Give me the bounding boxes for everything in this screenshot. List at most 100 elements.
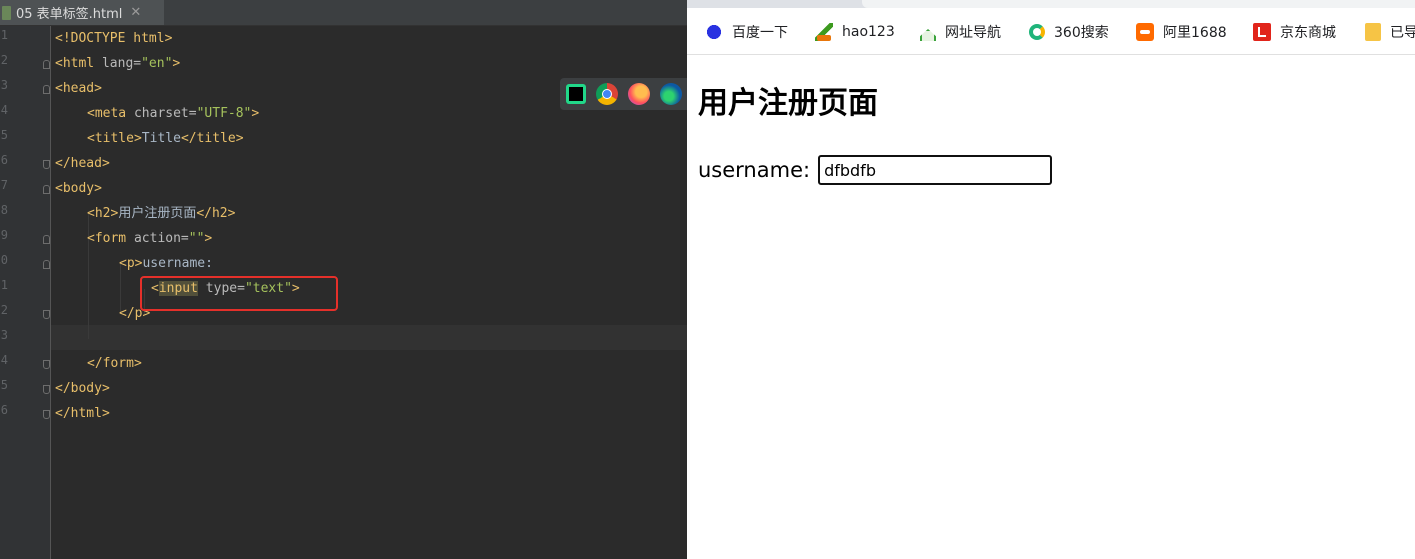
code-token: </title> (180, 131, 244, 146)
bookmark-360[interactable]: 360搜索 (1029, 21, 1109, 43)
fold-marker-icon[interactable] (43, 60, 50, 69)
code-token: Title (141, 131, 181, 146)
fold-marker-icon[interactable] (43, 85, 50, 94)
code-token: <html (55, 56, 95, 71)
code-token: <title> (87, 131, 142, 146)
code-token: </body> (55, 381, 110, 396)
browser-toolbar-edge (687, 0, 1415, 8)
rendered-page: 用户注册页面 username: (687, 55, 1415, 559)
line-number-gutter: 1 2 3 4 5 6 7 8 9 0 1 2 3 4 5 6 (0, 26, 51, 559)
line-number: 1 (0, 278, 8, 292)
editor-tab-bar: 05 表单标签.html ✕ (0, 0, 687, 26)
code-token: > (251, 106, 260, 121)
bookmarks-bar: 百度一下 hao123 网址导航 360搜索 阿里1688 京东商城 已导 (687, 8, 1415, 55)
line-number: 6 (0, 403, 8, 417)
jd-icon (1253, 23, 1271, 41)
username-row: username: (698, 155, 1053, 185)
code-token: </head> (55, 156, 110, 171)
code-line: </body> (55, 376, 110, 401)
code-line: </head> (55, 151, 110, 176)
code-token: > (172, 56, 181, 71)
code-editor: 05 表单标签.html ✕ 1 2 3 4 5 6 7 8 9 0 1 2 3… (0, 0, 687, 559)
code-line: </html> (55, 401, 110, 426)
code-token: action= (126, 231, 189, 246)
fold-marker-icon[interactable] (43, 410, 50, 419)
hao123-icon (815, 23, 833, 41)
line-number: 3 (0, 328, 8, 342)
line-number: 6 (0, 153, 8, 167)
bookmark-nav[interactable]: 网址导航 (920, 21, 1001, 43)
baidu-icon (705, 23, 723, 41)
fold-marker-icon[interactable] (43, 235, 50, 244)
code-token: > (204, 231, 213, 246)
fold-marker-icon[interactable] (43, 260, 50, 269)
bookmark-1688[interactable]: 阿里1688 (1136, 21, 1227, 43)
2345-nav-icon (920, 29, 936, 41)
browser-window: 百度一下 hao123 网址导航 360搜索 阿里1688 京东商城 已导 用户… (687, 0, 1415, 559)
code-token: <p> (119, 256, 143, 271)
code-token: <h2> (87, 206, 119, 221)
code-token: </form> (87, 356, 142, 371)
bookmark-label: 网址导航 (945, 25, 1001, 41)
code-line: <html lang="en"> (55, 51, 180, 76)
line-number: 2 (0, 53, 8, 67)
code-line: <p>username: (119, 251, 213, 276)
line-number: 0 (0, 253, 8, 267)
line-number: 8 (0, 203, 8, 217)
line-number: 4 (0, 103, 8, 117)
bookmark-label: 百度一下 (732, 25, 788, 41)
close-icon[interactable]: ✕ (130, 5, 141, 20)
bookmark-hao123[interactable]: hao123 (815, 21, 895, 43)
code-token: <body> (55, 181, 102, 196)
tab-filename: 05 表单标签.html (16, 7, 123, 22)
username-label: username: (698, 158, 811, 182)
bookmark-label: 阿里1688 (1163, 25, 1227, 41)
line-number: 7 (0, 178, 8, 192)
bookmark-label: hao123 (842, 24, 895, 40)
fold-marker-icon[interactable] (43, 185, 50, 194)
line-number: 9 (0, 228, 8, 242)
html-file-icon (2, 5, 11, 20)
code-token: </h2> (196, 206, 236, 221)
page-heading: 用户注册页面 (698, 86, 878, 121)
bookmark-jd[interactable]: 京东商城 (1253, 21, 1336, 43)
bookmark-baidu[interactable]: 百度一下 (705, 21, 788, 43)
line-number: 5 (0, 128, 8, 142)
code-token: </html> (55, 406, 110, 421)
line-number: 1 (0, 28, 8, 42)
code-token: <form (87, 231, 127, 246)
code-token: <head> (55, 81, 102, 96)
bookmark-label: 京东商城 (1280, 25, 1336, 41)
code-line: </form> (87, 351, 142, 376)
code-token: charset= (126, 106, 197, 121)
bookmark-folder[interactable]: 已导 (1365, 21, 1415, 43)
fold-marker-icon[interactable] (43, 160, 50, 169)
fold-marker-icon[interactable] (43, 310, 50, 319)
code-line: <form action=""> (87, 226, 212, 251)
code-token: "en" (141, 56, 173, 71)
bookmark-label: 360搜索 (1054, 25, 1109, 41)
fold-marker-icon[interactable] (43, 385, 50, 394)
code-token: lang= (94, 56, 142, 71)
username-input[interactable] (818, 155, 1053, 185)
chrome-icon[interactable] (596, 83, 618, 105)
firefox-icon[interactable] (628, 83, 650, 105)
code-line: <h2>用户注册页面</h2> (87, 201, 235, 226)
line-number: 5 (0, 378, 8, 392)
code-token: <meta (87, 106, 127, 121)
code-token: "UTF-8" (196, 106, 252, 121)
pycharm-icon[interactable] (566, 84, 586, 104)
open-in-browser-toolbar (560, 78, 687, 110)
alibaba-1688-icon (1136, 23, 1154, 41)
code-line: <title>Title</title> (87, 126, 244, 151)
address-bar-edge[interactable] (862, 0, 1415, 8)
code-token: username: (142, 256, 213, 271)
edge-icon[interactable] (660, 83, 682, 105)
360-search-icon (1029, 24, 1045, 40)
line-number: 4 (0, 353, 8, 367)
code-line: <meta charset="UTF-8"> (87, 101, 259, 126)
editor-tab-file[interactable]: 05 表单标签.html ✕ (0, 0, 164, 25)
fold-marker-icon[interactable] (43, 360, 50, 369)
code-token: <!DOCTYPE html> (55, 31, 173, 46)
code-line: <!DOCTYPE html> (55, 26, 172, 51)
